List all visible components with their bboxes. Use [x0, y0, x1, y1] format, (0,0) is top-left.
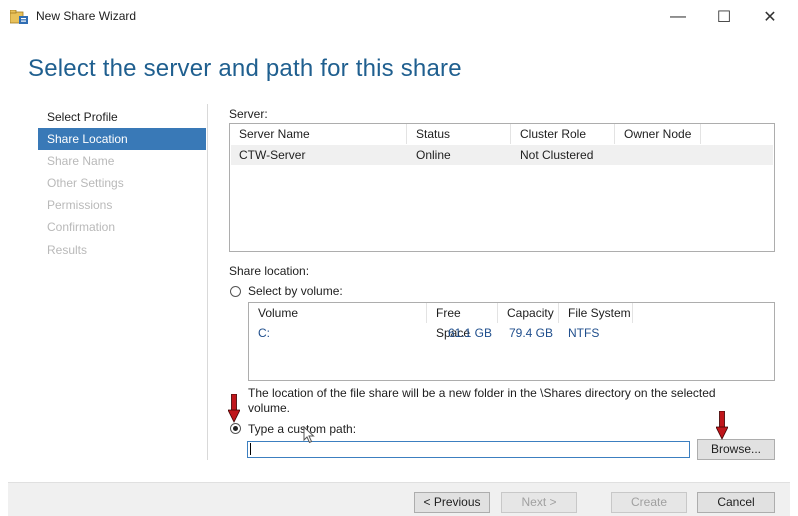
- select-by-volume-label[interactable]: Select by volume:: [248, 284, 343, 298]
- nav-item-confirmation: Confirmation: [47, 220, 116, 234]
- server-cluster-role-cell: Not Clustered: [520, 148, 594, 162]
- mouse-pointer-icon: [303, 425, 315, 447]
- column-header-file-system[interactable]: File System: [559, 303, 633, 323]
- nav-item-share-name: Share Name: [47, 154, 115, 168]
- next-button: Next >: [501, 492, 577, 513]
- file-system-cell: NTFS: [568, 326, 600, 340]
- select-by-volume-radio[interactable]: [230, 286, 241, 297]
- free-space-cell: 61.1 GB: [447, 326, 492, 340]
- column-header-owner-node[interactable]: Owner Node: [615, 124, 701, 144]
- volume-list[interactable]: Volume Free Space Capacity File System C…: [248, 302, 775, 381]
- column-header-free-space[interactable]: Free Space: [427, 303, 498, 340]
- capacity-cell: 79.4 GB: [508, 326, 553, 340]
- cancel-button[interactable]: Cancel: [697, 492, 775, 513]
- server-status-cell: Online: [416, 148, 451, 162]
- previous-button[interactable]: < Previous: [414, 492, 490, 513]
- create-button: Create: [611, 492, 687, 513]
- nav-divider: [207, 104, 208, 460]
- nav-item-share-location[interactable]: Share Location: [38, 128, 206, 150]
- column-header-server-name[interactable]: Server Name: [230, 124, 407, 144]
- annotation-arrow-down-icon: [227, 393, 241, 424]
- server-label: Server:: [229, 107, 268, 121]
- close-icon: ✕: [763, 9, 777, 26]
- server-list[interactable]: Server Name Status Cluster Role Owner No…: [229, 123, 775, 252]
- minimize-icon: —: [670, 8, 686, 25]
- share-location-label: Share location:: [229, 264, 310, 278]
- nav-item-permissions: Permissions: [47, 198, 113, 212]
- column-header-cluster-role[interactable]: Cluster Role: [511, 124, 615, 144]
- maximize-icon: ☐: [716, 9, 732, 26]
- column-header-volume[interactable]: Volume: [249, 303, 427, 323]
- page-title: Select the server and path for this shar…: [28, 55, 462, 82]
- volume-cell: C:: [258, 326, 270, 340]
- nav-item-select-profile[interactable]: Select Profile: [38, 106, 206, 128]
- text-caret: [250, 443, 251, 455]
- custom-path-radio[interactable]: [230, 423, 241, 434]
- nav-item-other-settings: Other Settings: [47, 176, 124, 190]
- annotation-arrow-down-icon: [715, 410, 729, 441]
- share-folder-icon: [9, 9, 28, 24]
- nav-item-results: Results: [47, 243, 88, 257]
- browse-button[interactable]: Browse...: [697, 439, 775, 460]
- column-header-status[interactable]: Status: [407, 124, 511, 144]
- column-header-capacity[interactable]: Capacity: [498, 303, 559, 323]
- maximize-button[interactable]: ☐: [704, 4, 744, 30]
- close-button[interactable]: ✕: [750, 4, 790, 30]
- window-title: New Share Wizard: [36, 9, 137, 23]
- minimize-button[interactable]: —: [658, 4, 698, 30]
- share-location-note: The location of the file share will be a…: [248, 386, 716, 415]
- server-name-cell: CTW-Server: [239, 148, 306, 162]
